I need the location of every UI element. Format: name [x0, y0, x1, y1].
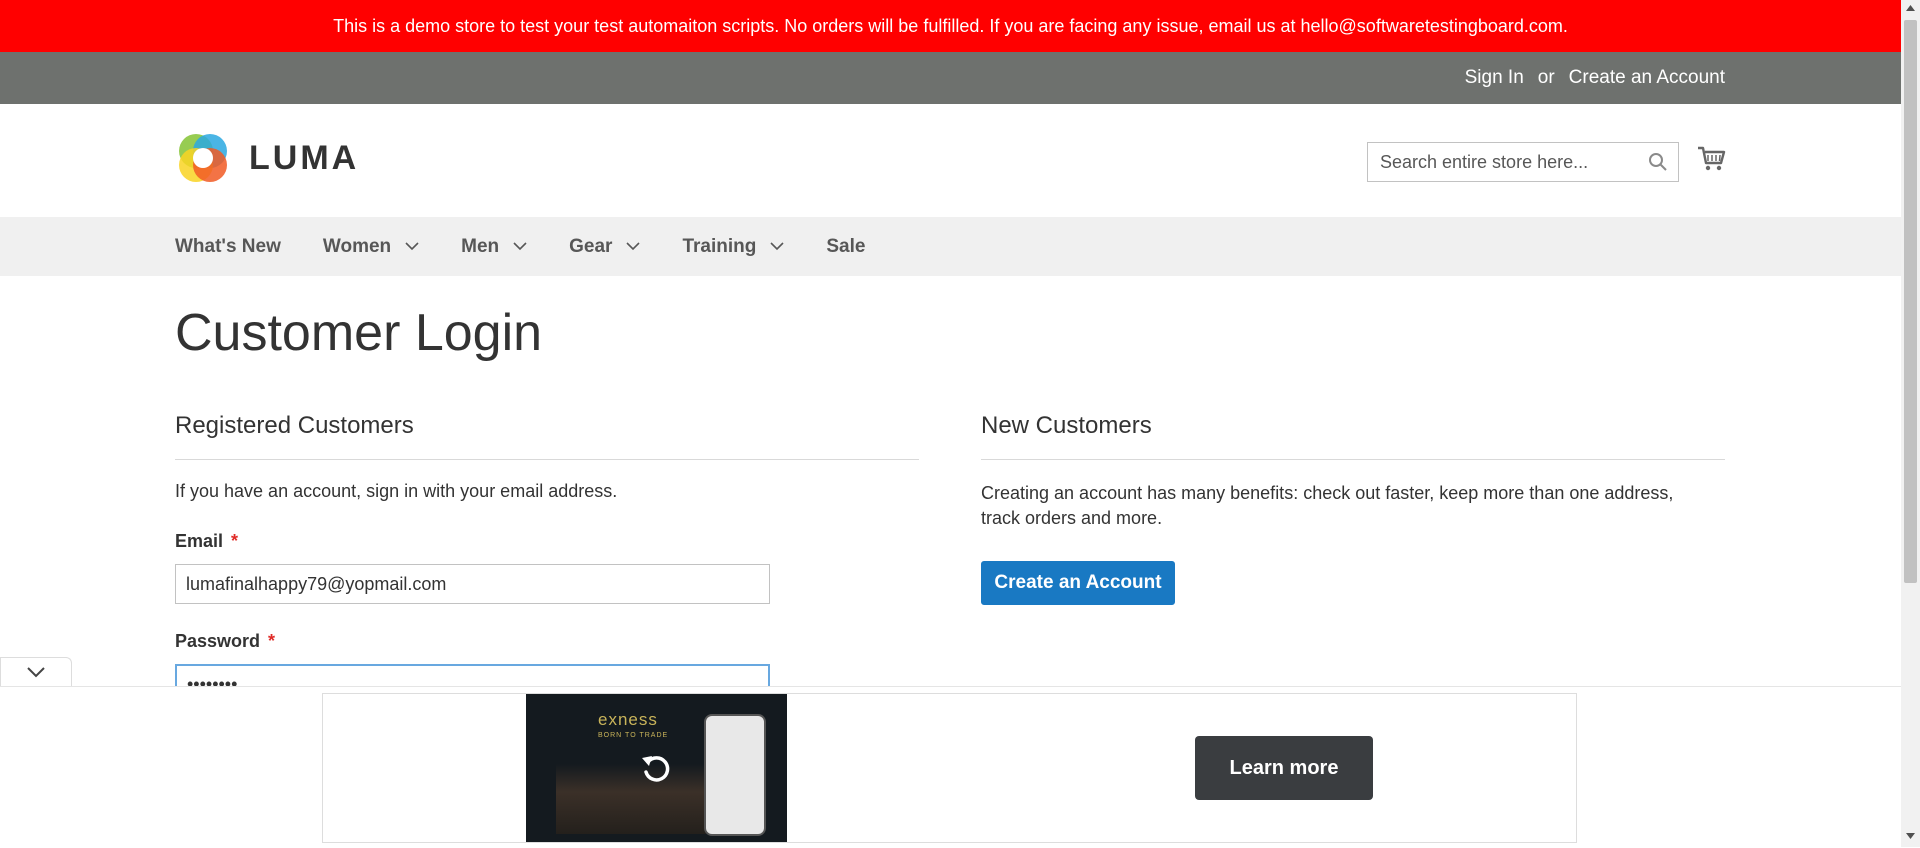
chevron-down-icon — [770, 242, 784, 251]
ad-tagline: BORN TO TRADE — [598, 732, 669, 739]
main-nav: What's New Women Men Gear Training Sale — [0, 217, 1901, 276]
scroll-down-icon[interactable] — [1904, 830, 1917, 842]
nav-item-label: Training — [682, 235, 757, 257]
chevron-down-icon — [27, 667, 45, 678]
page-title: Customer Login — [175, 304, 543, 362]
ad-image[interactable]: exness BORN TO TRADE — [526, 694, 787, 842]
panel-header: Sign In or Create an Account — [0, 52, 1901, 104]
scroll-up-icon[interactable] — [1904, 2, 1917, 14]
nav-item-label: Men — [461, 235, 500, 257]
replay-icon[interactable] — [638, 750, 674, 786]
password-label-text: Password — [175, 631, 261, 651]
search-icon[interactable] — [1648, 152, 1668, 172]
divider — [981, 459, 1725, 460]
search-box — [1367, 142, 1679, 182]
ad-frame[interactable] — [322, 693, 1577, 843]
demo-notice-text: This is a demo store to test your test a… — [333, 15, 1568, 36]
nav-item-label: What's New — [175, 235, 281, 257]
nav-item-label: Women — [322, 235, 392, 257]
create-account-button[interactable]: Create an Account — [981, 561, 1175, 605]
chevron-down-icon — [405, 242, 419, 251]
ad-people-graphic — [556, 764, 706, 834]
required-mark: * — [231, 531, 239, 551]
search-input[interactable] — [1368, 143, 1650, 181]
chevron-down-icon — [626, 242, 641, 251]
required-mark: * — [268, 631, 276, 651]
cart-icon[interactable] — [1696, 144, 1726, 174]
chevron-down-icon — [513, 242, 527, 251]
demo-notice: This is a demo store to test your test a… — [0, 0, 1901, 52]
nav-item-sale[interactable]: Sale — [826, 236, 865, 258]
nav-item-training[interactable]: Training — [682, 236, 784, 258]
logo[interactable]: LUMA — [175, 130, 359, 186]
nav-item-whats-new[interactable]: What's New — [175, 236, 281, 258]
nav-item-label: Gear — [569, 235, 613, 257]
or-text: or — [1537, 67, 1555, 88]
email-label-text: Email — [175, 531, 224, 551]
ad-collapse-tab[interactable] — [0, 657, 72, 687]
divider — [175, 459, 919, 460]
nav-item-gear[interactable]: Gear — [569, 235, 641, 258]
ad-brand: exness — [598, 710, 658, 729]
new-customers-note: Creating an account has many benefits: c… — [981, 483, 1674, 528]
nav-item-men[interactable]: Men — [461, 236, 527, 258]
scrollbar-thumb[interactable] — [1904, 20, 1917, 583]
email-label: Email * — [175, 531, 238, 552]
nav-item-women[interactable]: Women — [323, 236, 419, 258]
logo-text: LUMA — [249, 138, 360, 177]
sign-in-link[interactable]: Sign In — [1465, 67, 1524, 89]
nav-item-label: Sale — [826, 235, 866, 257]
create-account-link[interactable]: Create an Account — [1569, 67, 1725, 89]
registered-customers-title: Registered Customers — [175, 412, 414, 439]
ad-phone-graphic — [704, 714, 766, 836]
registered-note: If you have an account, sign in with you… — [175, 481, 618, 501]
email-field[interactable] — [175, 564, 770, 604]
password-label: Password * — [175, 631, 275, 652]
header-links: Sign In or Create an Account — [1465, 52, 1725, 104]
learn-more-button[interactable]: Learn more — [1195, 736, 1373, 800]
new-customers-title: New Customers — [981, 412, 1152, 439]
luma-logo-icon — [179, 134, 227, 182]
